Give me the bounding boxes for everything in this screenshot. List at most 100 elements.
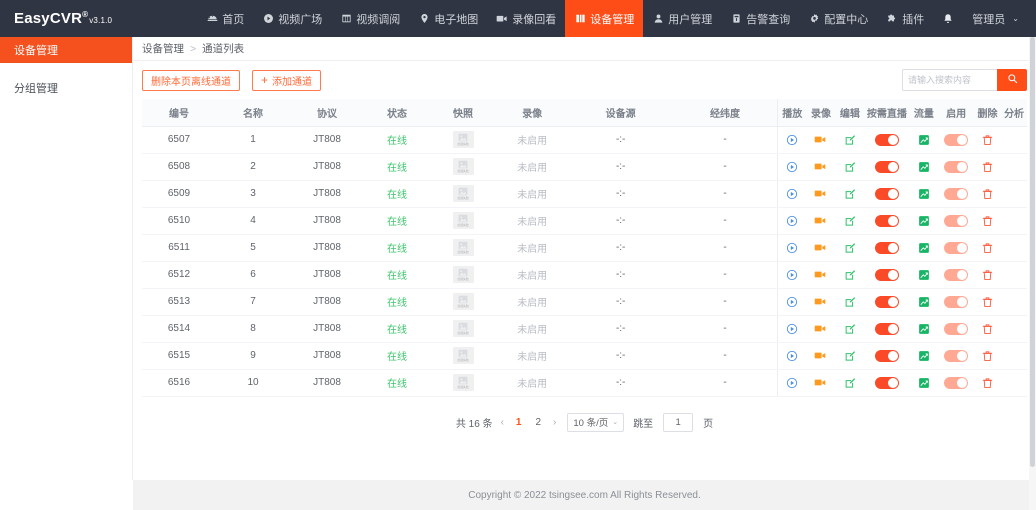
nav-item-emap[interactable]: 电子地图 [409,0,487,37]
play-icon[interactable] [786,269,798,281]
breadcrumb-parent[interactable]: 设备管理 [142,41,184,56]
table-row[interactable]: 6516 10 JT808 在线 加载失败 未启用 -:- - [142,369,1027,397]
flow-icon[interactable] [918,296,930,308]
cell-play[interactable] [777,342,807,370]
table-row[interactable]: 6510 4 JT808 在线 加载失败 未启用 -:- - [142,207,1027,235]
delete-icon[interactable] [982,350,993,362]
cell-flow[interactable] [909,153,939,181]
cell-analysis[interactable] [1001,369,1027,397]
cell-play[interactable] [777,288,807,316]
toggle-switch[interactable] [874,376,899,389]
cell-ondemand-live[interactable] [864,342,910,370]
cell-record-action[interactable] [806,315,836,343]
play-icon[interactable] [786,134,798,146]
toggle-switch[interactable] [944,322,969,335]
cell-analysis[interactable] [1001,180,1027,208]
play-icon[interactable] [786,161,798,173]
search-input[interactable] [902,69,997,91]
toggle-switch[interactable] [944,214,969,227]
record-icon[interactable] [814,188,827,199]
flow-icon[interactable] [918,215,930,227]
delete-icon[interactable] [982,242,993,254]
cell-play[interactable] [777,180,807,208]
nav-item-device-management[interactable]: 设备管理 [565,0,644,37]
cell-edit[interactable] [835,234,865,262]
cell-edit[interactable] [835,126,865,154]
cell-enable[interactable] [938,153,974,181]
cell-flow[interactable] [909,207,939,235]
delete-icon[interactable] [982,161,993,173]
cell-flow[interactable] [909,315,939,343]
edit-icon[interactable] [844,296,856,308]
toggle-switch[interactable] [944,295,969,308]
toggle-switch[interactable] [874,268,899,281]
cell-ondemand-live[interactable] [864,180,910,208]
cell-delete[interactable] [973,288,1002,316]
toggle-switch[interactable] [944,133,969,146]
cell-analysis[interactable] [1001,126,1027,154]
nav-item-playback[interactable]: 录像回看 [487,0,565,37]
play-icon[interactable] [786,296,798,308]
page-size-select[interactable]: 10 条/页 ⌄ [567,412,625,432]
sidebar-item-device-management[interactable]: 设备管理 [0,37,132,63]
cell-enable[interactable] [938,288,974,316]
nav-item-plugins[interactable]: 插件 [877,0,933,37]
cell-enable[interactable] [938,180,974,208]
table-row[interactable]: 6509 3 JT808 在线 加载失败 未启用 -:- - [142,180,1027,208]
cell-ondemand-live[interactable] [864,261,910,289]
pagination-page-2[interactable]: 2 [531,417,545,428]
cell-snapshot[interactable]: 加载失败 [430,315,496,343]
cell-play[interactable] [777,261,807,289]
cell-play[interactable] [777,153,807,181]
page-scrollbar[interactable] [1029,37,1036,510]
cell-delete[interactable] [973,234,1002,262]
toggle-switch[interactable] [874,133,899,146]
flow-icon[interactable] [918,188,930,200]
cell-flow[interactable] [909,234,939,262]
cell-snapshot[interactable]: 加载失败 [430,234,496,262]
cell-snapshot[interactable]: 加载失败 [430,180,496,208]
cell-snapshot[interactable]: 加载失败 [430,261,496,289]
cell-record-action[interactable] [806,153,836,181]
delete-icon[interactable] [982,377,993,389]
cell-flow[interactable] [909,342,939,370]
cell-analysis[interactable] [1001,234,1027,262]
pagination-next-button[interactable]: › [551,417,558,428]
cell-ondemand-live[interactable] [864,315,910,343]
cell-edit[interactable] [835,369,865,397]
cell-delete[interactable] [973,126,1002,154]
nav-item-user-management[interactable]: 用户管理 [643,0,721,37]
toggle-switch[interactable] [944,376,969,389]
cell-flow[interactable] [909,288,939,316]
cell-analysis[interactable] [1001,153,1027,181]
cell-edit[interactable] [835,288,865,316]
cell-ondemand-live[interactable] [864,153,910,181]
cell-play[interactable] [777,315,807,343]
cell-ondemand-live[interactable] [864,234,910,262]
nav-item-config-center[interactable]: 配置中心 [799,0,877,37]
cell-snapshot[interactable]: 加载失败 [430,153,496,181]
flow-icon[interactable] [918,242,930,254]
cell-edit[interactable] [835,153,865,181]
cell-snapshot[interactable]: 加载失败 [430,288,496,316]
cell-edit[interactable] [835,207,865,235]
toggle-switch[interactable] [944,268,969,281]
cell-enable[interactable] [938,342,974,370]
cell-flow[interactable] [909,369,939,397]
toggle-switch[interactable] [874,322,899,335]
add-channel-button[interactable]: + 添加通道 [252,69,322,91]
cell-record-action[interactable] [806,207,836,235]
pagination-prev-button[interactable]: ‹ [499,417,506,428]
record-icon[interactable] [814,296,827,307]
toggle-switch[interactable] [944,160,969,173]
play-icon[interactable] [786,188,798,200]
record-icon[interactable] [814,161,827,172]
cell-play[interactable] [777,369,807,397]
delete-icon[interactable] [982,323,993,335]
play-icon[interactable] [786,350,798,362]
cell-delete[interactable] [973,369,1002,397]
record-icon[interactable] [814,134,827,145]
play-icon[interactable] [786,377,798,389]
play-icon[interactable] [786,242,798,254]
cell-analysis[interactable] [1001,207,1027,235]
